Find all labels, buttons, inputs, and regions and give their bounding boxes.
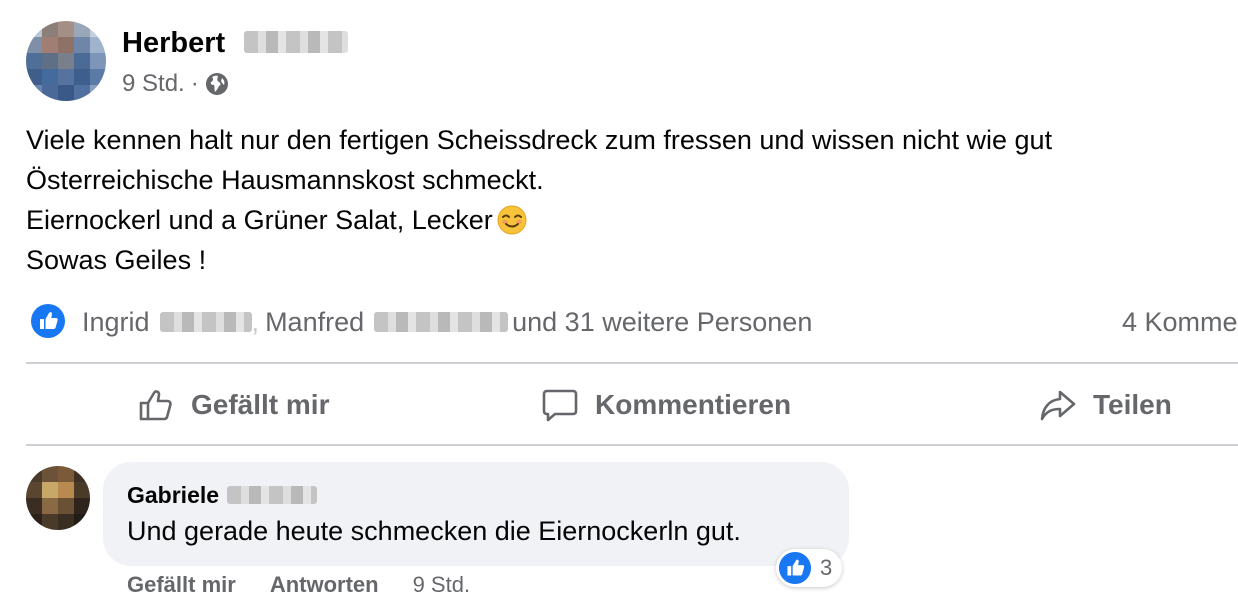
comment-reaction-badge[interactable]: 3 — [776, 549, 843, 587]
avatar-pixel — [90, 21, 106, 37]
avatar-pixel — [58, 69, 74, 85]
avatar-pixel — [42, 498, 58, 514]
avatar-pixel — [26, 53, 42, 69]
commenter-surname-blurred — [227, 486, 318, 504]
avatar-pixel — [74, 37, 90, 53]
avatar-pixel — [26, 21, 42, 37]
like-reaction-icon[interactable] — [30, 303, 66, 339]
meta-separator: · — [190, 70, 199, 97]
comment-reply-link[interactable]: Antworten — [270, 572, 379, 598]
post-meta: 9 Std. · — [122, 69, 229, 99]
avatar-pixel — [26, 482, 42, 498]
share-arrow-icon — [1040, 390, 1076, 421]
comment-text: Und gerade heute schmecken die Eiernocke… — [127, 516, 741, 546]
avatar-pixel — [58, 21, 74, 37]
avatar-pixel — [26, 498, 42, 514]
comment-timestamp[interactable]: 9 Std. — [413, 572, 470, 598]
reactor-separator: , — [251, 306, 260, 337]
avatar-pixel — [26, 37, 42, 53]
divider — [26, 444, 1238, 446]
post-text: Viele kennen halt nur den fertigen Schei… — [26, 120, 1226, 280]
commenter-avatar[interactable] — [26, 466, 90, 530]
comment-button-label: Kommentieren — [595, 389, 792, 420]
avatar-pixel — [42, 53, 58, 69]
avatar-pixel — [90, 37, 106, 53]
post-line-text: Eiernockerl und a Grüner Salat, Lecker — [26, 205, 493, 235]
divider — [26, 362, 1238, 364]
post-timestamp[interactable]: 9 Std. — [122, 69, 185, 99]
author-surname-blurred — [244, 31, 348, 53]
avatar-pixel — [42, 69, 58, 85]
avatar-pixel — [42, 21, 58, 37]
avatar-pixel — [90, 69, 106, 85]
reactor-name-2: Manfred — [265, 306, 365, 337]
avatar-pixel — [42, 37, 58, 53]
avatar-pixel — [74, 482, 90, 498]
avatar-pixel — [58, 466, 74, 482]
comment-icon — [542, 389, 578, 422]
reactor-name-1: Ingrid — [82, 306, 150, 337]
globe-icon — [205, 73, 228, 95]
avatar-pixel — [58, 53, 74, 69]
commenter-name[interactable]: Gabriele — [127, 480, 318, 510]
avatar-pixel — [26, 85, 42, 101]
avatar-pixel — [74, 21, 90, 37]
avatar-pixel — [58, 514, 74, 530]
avatar-pixel — [58, 85, 74, 101]
avatar-pixel — [74, 53, 90, 69]
avatar-pixel — [42, 85, 58, 101]
avatar-pixel — [74, 466, 90, 482]
thumbs-up-icon — [139, 390, 172, 421]
avatar-pixel — [58, 37, 74, 53]
avatar-pixel — [42, 482, 58, 498]
post-line: Viele kennen halt nur den fertigen Schei… — [26, 125, 1053, 155]
commenter-first-name: Gabriele — [127, 482, 220, 508]
share-button-label: Teilen — [1093, 389, 1172, 420]
smirking-face-emoji — [497, 205, 527, 235]
comment-reaction-count: 3 — [820, 555, 833, 580]
avatar-pixel — [42, 466, 58, 482]
avatar-pixel — [26, 514, 42, 530]
like-button-label: Gefällt mir — [191, 389, 330, 420]
comment-button[interactable]: Kommentieren — [541, 381, 791, 429]
post-line: Eiernockerl und a Grüner Salat, Lecker — [26, 200, 1226, 240]
comment-actions: Gefällt mir Antworten 9 Std. — [127, 570, 470, 600]
like-reaction-icon — [778, 551, 812, 585]
reactor-surname-blurred — [374, 312, 509, 332]
avatar-pixel — [26, 69, 42, 85]
avatar-pixel — [90, 53, 106, 69]
comment-like-link[interactable]: Gefällt mir — [127, 572, 236, 598]
avatar-pixel — [74, 85, 90, 101]
avatar-pixel — [58, 482, 74, 498]
comments-count[interactable]: 4 Komme — [1122, 304, 1238, 340]
author-avatar[interactable] — [26, 21, 106, 101]
avatar-pixel — [74, 498, 90, 514]
avatar-pixel — [26, 466, 42, 482]
author-name[interactable]: Herbert — [122, 26, 225, 60]
share-button[interactable]: Teilen — [1039, 381, 1172, 429]
avatar-pixel — [90, 85, 106, 101]
avatar-pixel — [58, 498, 74, 514]
avatar-pixel — [74, 69, 90, 85]
avatar-pixel — [74, 514, 90, 530]
post-line: Österreichische Hausmannskost schmeckt. — [26, 165, 544, 195]
avatar-pixel — [42, 514, 58, 530]
reaction-summary[interactable]: Ingrid , Manfred und 31 weitere Personen — [82, 304, 812, 340]
reactor-surname-blurred — [159, 312, 252, 332]
post-line: Sowas Geiles ! — [26, 245, 207, 275]
reactors-others: und 31 weitere Personen — [512, 306, 813, 337]
like-button[interactable]: Gefällt mir — [137, 381, 329, 429]
